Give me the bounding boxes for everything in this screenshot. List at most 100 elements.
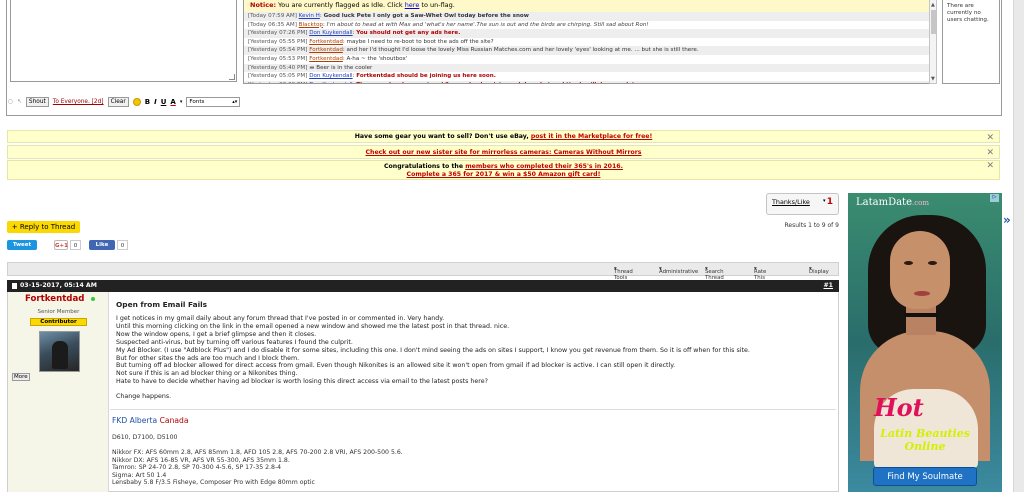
gear-line: Tamron: SP 24-70 2.8, SP 70-300 4-5.6, S… xyxy=(112,464,282,472)
members-365-link[interactable]: members who completed their 365's in 201… xyxy=(465,163,623,170)
post-line: But turning off ad blocker allowed for d… xyxy=(116,362,676,370)
display-menu[interactable]: Display ▾ xyxy=(809,266,829,275)
notice-suffix: to un-flag. xyxy=(419,1,455,9)
message-list: [Today 07:59 AM] Kevin H: Good luck Pete… xyxy=(244,12,930,83)
close-icon[interactable]: ✕ xyxy=(986,132,994,144)
shout-button[interactable]: Shout xyxy=(25,97,49,107)
chat-message-text: Fortkentdad should be joining us here so… xyxy=(356,73,496,80)
chat-message: [Yesterday 07:26 PM] Don Kuykendall: You… xyxy=(244,29,930,38)
chat-messages: Notice: You are currently flagged as Idl… xyxy=(243,0,931,84)
unflag-link[interactable]: here xyxy=(405,1,420,9)
user-pane: Fortkentdad Senior Member Contributor Mo… xyxy=(8,292,109,492)
ad-photo-choker xyxy=(904,313,938,317)
smiley-icon[interactable] xyxy=(132,98,141,106)
gear-line: Nikkor FX: AFS 60mm 2.8, AFS 85mm 1.8, A… xyxy=(112,449,403,456)
rate-thread-menu[interactable]: Rate This Thread ▾ xyxy=(754,266,773,287)
chat-username-link[interactable]: Don Kuykendall xyxy=(309,30,352,36)
gift-card-link[interactable]: Complete a 365 for 2017 & win a $50 Amaz… xyxy=(407,171,601,178)
chat-users: There are currently no users chatting. xyxy=(942,0,1000,84)
chat-message-text: and her I'd thought I'd loose the lovely… xyxy=(346,47,699,54)
chat-scrollbar[interactable]: ▲ ▼ xyxy=(929,0,937,84)
chat-message-text: I'm about to head at with Max and 'what'… xyxy=(326,21,649,28)
chat-username-link[interactable]: Blacktop xyxy=(299,22,323,28)
mirrorless-link[interactable]: Check out our new sister site for mirror… xyxy=(366,149,642,156)
resize-grip-icon[interactable] xyxy=(229,74,235,80)
to-everyone-link[interactable]: To Everyone. [2d] xyxy=(53,99,104,105)
administrative-menu[interactable]: Administrative ▾ xyxy=(659,266,698,275)
tweet-button[interactable]: Tweet xyxy=(7,240,37,250)
fonts-label: Fonts xyxy=(189,99,205,105)
scroll-down-icon[interactable]: ▼ xyxy=(931,76,935,82)
close-icon[interactable]: ✕ xyxy=(986,162,994,171)
notice-mirrorless: Check out our new sister site for mirror… xyxy=(7,145,1000,159)
scroll-thumb[interactable] xyxy=(931,10,936,34)
chevron-down-icon: ▾ xyxy=(823,198,826,204)
chat-username-link[interactable]: Don Kuykendall xyxy=(309,73,352,79)
gear-line: Sigma: Art 50 1.4 xyxy=(112,471,167,479)
chat-message-text: You should not get any ads here. xyxy=(356,30,461,37)
post-text: I get notices in my gmail daily about an… xyxy=(116,315,750,386)
chat-timestamp: [Today 06:35 AM] xyxy=(248,21,297,28)
gplus-button[interactable]: G+1 xyxy=(54,240,68,250)
chevron-right-icon[interactable]: » xyxy=(1003,213,1011,227)
post-line: Now the window opens, I get a brief glim… xyxy=(116,330,317,338)
chat-message: [Yesterday 05:53 PM] Fortkentdad: A-ha ~… xyxy=(248,55,408,62)
chat-timestamp: [Yesterday 05:54 PM] xyxy=(248,47,308,54)
chat-username-link[interactable]: Fortkentdad xyxy=(309,39,343,45)
marketplace-link[interactable]: post it in the Marketplace for free! xyxy=(531,133,652,140)
online-status-icon xyxy=(91,297,95,301)
dating-ad[interactable]: LatamDate.com ▷ Hot Latin Beauties Online… xyxy=(848,193,1002,492)
chat-username-link[interactable]: Don Kuykendall xyxy=(309,82,352,83)
chat-username-link[interactable]: Kevin H xyxy=(299,13,320,19)
search-thread-menu[interactable]: Search Thread ▾ xyxy=(705,266,724,281)
chat-message: [Yesterday 05:55 PM] Fortkentdad: maybe … xyxy=(248,38,494,45)
gear-line: Nikkor DX: AFS 16-85 VR, AFS VR 55-300, … xyxy=(112,456,290,464)
font-color-button[interactable]: A xyxy=(170,98,175,106)
username-link[interactable]: Fortkentdad xyxy=(25,294,84,304)
chat-timestamp: [Yesterday 05:53 PM] xyxy=(248,55,308,62)
color-dropdown-icon[interactable]: ▾ xyxy=(180,99,183,105)
avatar[interactable] xyxy=(39,331,80,372)
post-date: 03-15-2017, 05:14 AM xyxy=(20,282,97,289)
fonts-select[interactable]: Fonts ▴▾ xyxy=(186,97,241,107)
cursor-icon[interactable]: ↖ xyxy=(17,99,22,105)
clear-button[interactable]: Clear xyxy=(107,97,129,107)
ad-info-icon[interactable]: ▷ xyxy=(990,194,999,202)
chat-username-link[interactable]: Fortkentdad xyxy=(309,47,343,53)
facebook-like-count: 0 xyxy=(117,240,128,250)
facebook-like-button[interactable]: Like xyxy=(89,240,115,250)
notice-text: You are currently flagged as Idle. Click xyxy=(276,1,405,9)
scroll-up-icon[interactable]: ▲ xyxy=(931,2,935,8)
ad-photo-lips xyxy=(914,291,930,296)
italic-button[interactable]: I xyxy=(154,98,157,106)
chat-toolbar: ○ ↖ Shout To Everyone. [2d] Clear B I U … xyxy=(8,96,241,108)
sig-canada: Canada xyxy=(159,416,189,425)
results-count: Results 1 to 9 of 9 xyxy=(784,222,839,229)
page-scrollbar[interactable] xyxy=(1013,0,1024,492)
thread-tools-bar: Thread Tools ▾ Administrative ▾ Search T… xyxy=(7,262,839,287)
chat-message: [Yesterday 03:39 PM] Don Kuykendall: The… xyxy=(244,80,930,83)
reply-to-thread-button[interactable]: + Reply to Thread xyxy=(7,221,80,233)
close-icon[interactable]: ✕ xyxy=(986,147,994,160)
gplus-count: 0 xyxy=(70,240,81,250)
chat-username-link[interactable]: Fortkentdad xyxy=(309,56,343,62)
find-soulmate-button[interactable]: Find My Soulmate xyxy=(873,467,977,486)
bold-button[interactable]: B xyxy=(145,98,150,106)
thread-tools-menu[interactable]: Thread Tools ▾ xyxy=(614,266,633,281)
underline-button[interactable]: U xyxy=(161,98,167,106)
chat-input[interactable] xyxy=(10,0,237,82)
post-header: 03-15-2017, 05:14 AM #1 xyxy=(7,280,839,292)
thanks-like-button[interactable]: Thanks/Like ▾ 1 xyxy=(766,193,839,215)
chat-message-text: Beer is in the cooler xyxy=(316,64,373,71)
more-button[interactable]: More xyxy=(12,373,30,381)
chat-timestamp: [Yesterday 05:55 PM] xyxy=(248,38,308,45)
chat-timestamp: [Yesterday 03:39 PM] xyxy=(248,82,307,83)
chat-timestamp: [Yesterday 05:05 PM] xyxy=(248,73,308,80)
thanks-count: 1 xyxy=(826,197,833,207)
ad-brand: LatamDate.com xyxy=(856,197,929,208)
post-content: Open from Email Fails I get notices in m… xyxy=(110,292,836,492)
notice-text: Congratulations to the xyxy=(384,163,466,170)
post-line: But for other sites the ads are too much… xyxy=(116,354,300,362)
post-number-link[interactable]: #1 xyxy=(824,280,834,292)
radio-icon[interactable]: ○ xyxy=(8,99,13,105)
